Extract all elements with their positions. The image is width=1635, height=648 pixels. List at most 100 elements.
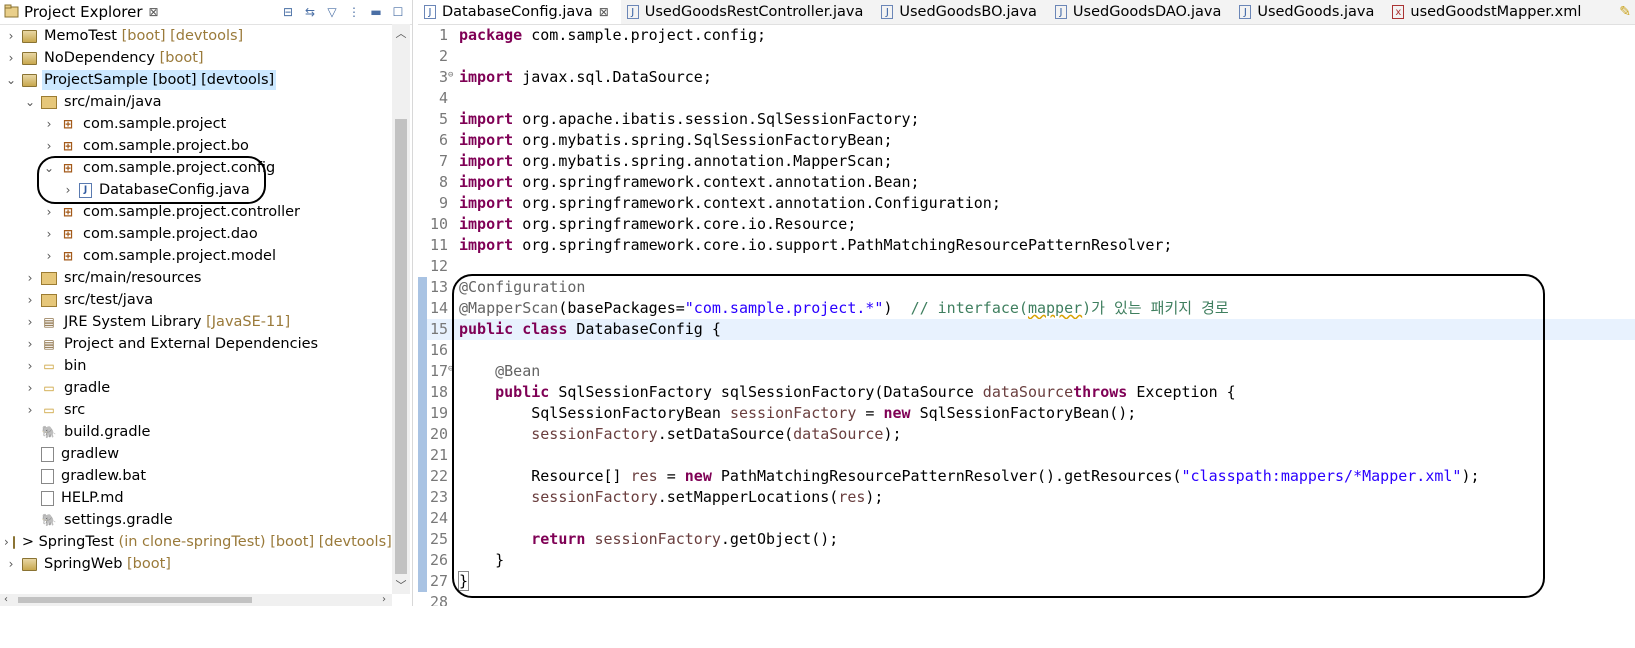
tree-item[interactable]: › ⊞ com.sample.project bbox=[0, 113, 392, 135]
code-line[interactable]: 23 sessionFactory.setMapperLocations(res… bbox=[418, 487, 1635, 508]
collapsed-chevron-icon[interactable]: › bbox=[23, 381, 37, 395]
code-line[interactable]: 18 public SqlSessionFactory sqlSessionFa… bbox=[418, 382, 1635, 403]
scrollbar-thumb[interactable] bbox=[395, 119, 407, 574]
collapsed-chevron-icon[interactable]: › bbox=[61, 183, 75, 197]
tree-item[interactable]: ⌄ ⊞ com.sample.project.config bbox=[0, 157, 392, 179]
code-line[interactable]: 9 import org.springframework.context.anno… bbox=[418, 193, 1635, 214]
tree-item[interactable]: › ▤ Project and External Dependencies bbox=[0, 333, 392, 355]
tree-item[interactable]: gradlew bbox=[0, 443, 392, 465]
code-line[interactable]: 5 import org.apache.ibatis.session.SqlSes… bbox=[418, 109, 1635, 130]
tree-item[interactable]: 🐘 build.gradle bbox=[0, 421, 392, 443]
code-line[interactable]: 19 SqlSessionFactoryBean sessionFactory … bbox=[418, 403, 1635, 424]
code-line[interactable]: 24 bbox=[418, 508, 1635, 529]
expanded-chevron-icon[interactable]: ⌄ bbox=[42, 161, 56, 175]
code-line[interactable]: 22 Resource[] res = new PathMatchingReso… bbox=[418, 466, 1635, 487]
collapsed-chevron-icon[interactable]: › bbox=[4, 557, 18, 571]
fold-icon[interactable]: ⊖ bbox=[448, 65, 453, 86]
collapsed-chevron-icon[interactable]: › bbox=[4, 535, 9, 549]
minimize-icon[interactable]: ▬ bbox=[368, 4, 384, 20]
collapsed-chevron-icon[interactable]: › bbox=[42, 227, 56, 241]
collapsed-chevron-icon[interactable]: › bbox=[42, 205, 56, 219]
collapsed-chevron-icon[interactable]: › bbox=[4, 51, 18, 65]
editor-tab[interactable]: J UsedGoodsBO.java bbox=[875, 0, 1049, 24]
editor-tab[interactable]: J UsedGoodsRestController.java bbox=[621, 0, 876, 24]
code-line[interactable]: 16 bbox=[418, 340, 1635, 361]
maximize-icon[interactable]: ☐ bbox=[390, 4, 406, 20]
code-line[interactable]: 1 package com.sample.project.config; bbox=[418, 25, 1635, 46]
expanded-chevron-icon[interactable]: ⌄ bbox=[4, 73, 18, 87]
explorer-vertical-scrollbar[interactable]: ︿ ﹀ bbox=[392, 24, 410, 594]
editor-tab[interactable]: J UsedGoods.java bbox=[1233, 0, 1386, 24]
filter-icon[interactable]: ▽ bbox=[324, 4, 340, 20]
code-line[interactable]: 28 bbox=[418, 592, 1635, 606]
collapsed-chevron-icon[interactable]: › bbox=[42, 249, 56, 263]
tree-item[interactable]: › ⊞ com.sample.project.dao bbox=[0, 223, 392, 245]
code-area[interactable]: 1 package com.sample.project.config; 2 3 ⊖ im… bbox=[418, 25, 1635, 606]
code-line[interactable]: 6 import org.mybatis.spring.SqlSessionFac… bbox=[418, 130, 1635, 151]
tree-item[interactable]: gradlew.bat bbox=[0, 465, 392, 487]
close-tab-icon[interactable]: ⊠ bbox=[599, 5, 609, 19]
collapsed-chevron-icon[interactable]: › bbox=[23, 337, 37, 351]
scroll-left-icon[interactable]: ‹ bbox=[4, 594, 8, 605]
code-line[interactable]: 26 } bbox=[418, 550, 1635, 571]
code-line[interactable]: 25 return sessionFactory.getObject(); bbox=[418, 529, 1635, 550]
collapsed-chevron-icon[interactable]: › bbox=[23, 271, 37, 285]
tree-item[interactable]: › ▭ bin bbox=[0, 355, 392, 377]
editor-tab[interactable]: J DatabaseConfig.java ⊠ bbox=[418, 0, 621, 24]
project-explorer-tab[interactable]: Project Explorer ⊠ bbox=[0, 0, 165, 24]
tree-item[interactable]: › ▭ gradle bbox=[0, 377, 392, 399]
tree-item[interactable]: › ▤ JRE System Library [JavaSE-11] bbox=[0, 311, 392, 333]
tree-item[interactable]: › ⊞ com.sample.project.model bbox=[0, 245, 392, 267]
code-line[interactable]: 11 import org.springframework.core.io.sup… bbox=[418, 235, 1635, 256]
code-line[interactable]: 21 bbox=[418, 445, 1635, 466]
tree-item[interactable]: › src/test/java bbox=[0, 289, 392, 311]
tree-item[interactable]: ⌄ ProjectSample [boot] [devtools] bbox=[0, 69, 392, 91]
collapsed-chevron-icon[interactable]: › bbox=[42, 117, 56, 131]
tree-item[interactable]: › ⊞ com.sample.project.bo bbox=[0, 135, 392, 157]
collapsed-chevron-icon[interactable]: › bbox=[23, 359, 37, 373]
scroll-up-icon[interactable]: ︿ bbox=[392, 24, 410, 42]
fold-icon[interactable]: ⊖ bbox=[448, 359, 453, 380]
tree-item[interactable]: HELP.md bbox=[0, 487, 392, 509]
link-with-editor-icon[interactable]: ⇆ bbox=[302, 4, 318, 20]
tree-item[interactable]: › ▭ src bbox=[0, 399, 392, 421]
scroll-down-icon[interactable]: ﹀ bbox=[392, 576, 410, 594]
tree-item[interactable]: ⌄ src/main/java bbox=[0, 91, 392, 113]
scroll-right-icon[interactable]: › bbox=[382, 594, 386, 605]
code-line[interactable]: 4 bbox=[418, 88, 1635, 109]
code-line[interactable]: 14 @MapperScan(basePackages="com.sample.p… bbox=[418, 298, 1635, 319]
tree-item[interactable]: › SpringWeb [boot] bbox=[0, 553, 392, 575]
collapsed-chevron-icon[interactable]: › bbox=[23, 315, 37, 329]
code-line[interactable]: 12 bbox=[418, 256, 1635, 277]
view-menu-icon[interactable]: ⋮ bbox=[346, 4, 362, 20]
collapse-all-icon[interactable]: ⊟ bbox=[280, 4, 296, 20]
collapsed-chevron-icon[interactable]: › bbox=[42, 139, 56, 153]
code-line[interactable]: 8 import org.springframework.context.anno… bbox=[418, 172, 1635, 193]
explorer-horizontal-scrollbar[interactable]: ‹ › bbox=[0, 594, 392, 606]
collapsed-chevron-icon[interactable]: › bbox=[23, 403, 37, 417]
tree-item[interactable]: 🐘 settings.gradle bbox=[0, 509, 392, 531]
tree-item[interactable]: › MemoTest [boot] [devtools] bbox=[0, 25, 392, 47]
code-line[interactable]: 2 bbox=[418, 46, 1635, 67]
tree-item[interactable]: › J DatabaseConfig.java bbox=[0, 179, 392, 201]
expanded-chevron-icon[interactable]: ⌄ bbox=[23, 95, 37, 109]
code-line[interactable]: 27} bbox=[418, 571, 1635, 592]
editor-tab[interactable]: J UsedGoodsDAO.java bbox=[1049, 0, 1233, 24]
code-line[interactable]: 15 public class DatabaseConfig { bbox=[418, 319, 1635, 340]
tree-item[interactable]: › > SpringTest (in clone-springTest) [boo… bbox=[0, 531, 392, 553]
editor-tab[interactable]: x usedGoodstMapper.xml bbox=[1386, 0, 1593, 24]
code-line[interactable]: 20 sessionFactory.setDataSource(dataSour… bbox=[418, 424, 1635, 445]
code-line[interactable]: 13 @Configuration bbox=[418, 277, 1635, 298]
code-line[interactable]: 7 import org.mybatis.spring.annotation.Ma… bbox=[418, 151, 1635, 172]
tree-item[interactable]: › src/main/resources bbox=[0, 267, 392, 289]
close-icon[interactable]: ⊠ bbox=[149, 5, 159, 19]
code-line[interactable]: 3 ⊖ import javax.sql.DataSource; bbox=[418, 67, 1635, 88]
tree-item-label-wrap: MemoTest [boot] [devtools] bbox=[42, 26, 245, 46]
tree-item[interactable]: › ⊞ com.sample.project.controller bbox=[0, 201, 392, 223]
tree-item[interactable]: › NoDependency [boot] bbox=[0, 47, 392, 69]
collapsed-chevron-icon[interactable]: › bbox=[4, 29, 18, 43]
code-line[interactable]: 17 ⊖ @Bean bbox=[418, 361, 1635, 382]
collapsed-chevron-icon[interactable]: › bbox=[23, 293, 37, 307]
hscrollbar-thumb[interactable] bbox=[18, 597, 252, 603]
code-line[interactable]: 10 import org.springframework.core.io.Res… bbox=[418, 214, 1635, 235]
